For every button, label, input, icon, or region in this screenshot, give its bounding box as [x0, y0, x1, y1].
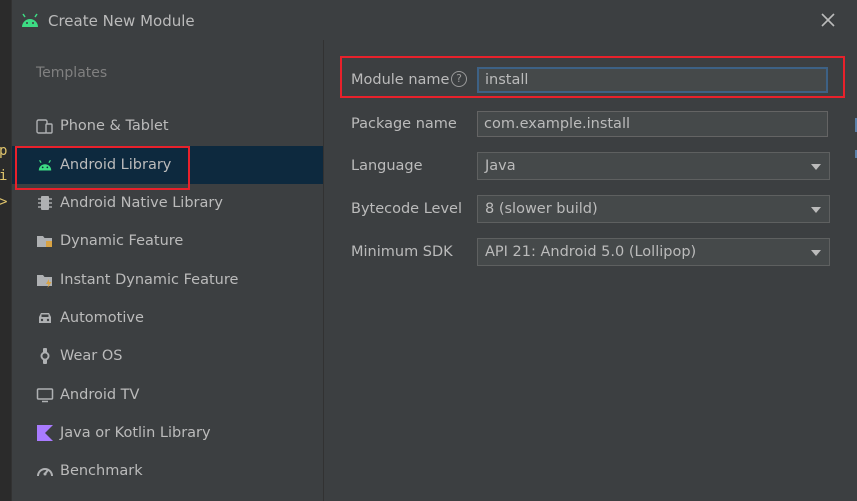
- language-label: Language: [351, 158, 423, 174]
- template-label: Automotive: [60, 310, 144, 326]
- template-label: Android TV: [60, 387, 140, 403]
- android-icon: [22, 13, 38, 27]
- module-name-input[interactable]: [477, 67, 828, 93]
- template-label: Java or Kotlin Library: [60, 425, 211, 441]
- template-item-automotive[interactable]: Automotive: [12, 299, 323, 337]
- module-name-row: Module name ?: [324, 65, 857, 95]
- language-value: Java: [485, 158, 516, 174]
- help-icon[interactable]: ?: [451, 71, 467, 87]
- android-icon: [36, 156, 54, 174]
- kotlin-icon: [36, 424, 54, 442]
- module-config-panel: Module name ? Package name Language Java…: [324, 40, 857, 501]
- chevron-down-icon: [811, 164, 821, 170]
- template-label: Android Library: [60, 157, 172, 173]
- folder-icon: [36, 232, 54, 250]
- watch-icon: [36, 347, 54, 365]
- template-item-wear-os[interactable]: Wear OS: [12, 337, 323, 375]
- module-name-label: Module name: [351, 72, 450, 88]
- template-label: Android Native Library: [60, 195, 223, 211]
- editor-code-fragment: p: [0, 143, 8, 159]
- bytecode-level-label: Bytecode Level: [351, 201, 462, 217]
- minimum-sdk-row: Minimum SDK API 21: Android 5.0 (Lollipo…: [324, 237, 857, 267]
- template-item-phone-tablet[interactable]: Phone & Tablet: [12, 107, 323, 145]
- dialog-titlebar: Create New Module: [12, 0, 857, 40]
- car-icon: [36, 309, 54, 327]
- phone-tablet-icon: [36, 117, 54, 135]
- minimum-sdk-label: Minimum SDK: [351, 244, 453, 260]
- dialog-title: Create New Module: [48, 12, 195, 30]
- editor-code-fragment: i: [0, 168, 8, 184]
- language-row: Language Java: [324, 151, 857, 181]
- template-item-java-kotlin-library[interactable]: Java or Kotlin Library: [12, 414, 323, 452]
- template-item-android-native-library[interactable]: Android Native Library: [12, 184, 323, 222]
- language-select[interactable]: Java: [477, 152, 830, 180]
- close-icon[interactable]: [819, 11, 837, 29]
- tv-icon: [36, 386, 54, 404]
- package-name-row: Package name: [324, 109, 857, 139]
- chip-icon: [36, 194, 54, 212]
- bytecode-level-select[interactable]: 8 (slower build): [477, 195, 830, 223]
- template-item-android-tv[interactable]: Android TV: [12, 376, 323, 414]
- gauge-icon: [36, 462, 54, 480]
- template-item-android-library[interactable]: Android Library: [12, 146, 323, 184]
- minimum-sdk-value: API 21: Android 5.0 (Lollipop): [485, 244, 697, 260]
- template-item-dynamic-feature[interactable]: Dynamic Feature: [12, 222, 323, 260]
- chevron-down-icon: [811, 207, 821, 213]
- template-item-instant-dynamic-feature[interactable]: Instant Dynamic Feature: [12, 261, 323, 299]
- template-item-benchmark[interactable]: Benchmark: [12, 452, 323, 490]
- template-label: Benchmark: [60, 463, 143, 479]
- package-name-label: Package name: [351, 116, 457, 132]
- template-label: Instant Dynamic Feature: [60, 272, 239, 288]
- template-label: Dynamic Feature: [60, 233, 184, 249]
- editor-code-fragment: >: [0, 194, 8, 210]
- bytecode-level-value: 8 (slower build): [485, 201, 598, 217]
- minimum-sdk-select[interactable]: API 21: Android 5.0 (Lollipop): [477, 238, 830, 266]
- editor-background: p i >: [0, 0, 11, 501]
- templates-sidebar: Templates Phone & Tablet Android Library…: [12, 40, 324, 501]
- package-name-input[interactable]: [477, 111, 828, 137]
- chevron-down-icon: [811, 250, 821, 256]
- templates-heading: Templates: [36, 65, 108, 81]
- create-module-dialog: Create New Module Templates Phone & Tabl…: [11, 0, 857, 501]
- template-label: Wear OS: [60, 348, 123, 364]
- template-label: Phone & Tablet: [60, 118, 169, 134]
- folder-bolt-icon: [36, 271, 54, 289]
- bytecode-level-row: Bytecode Level 8 (slower build): [324, 194, 857, 224]
